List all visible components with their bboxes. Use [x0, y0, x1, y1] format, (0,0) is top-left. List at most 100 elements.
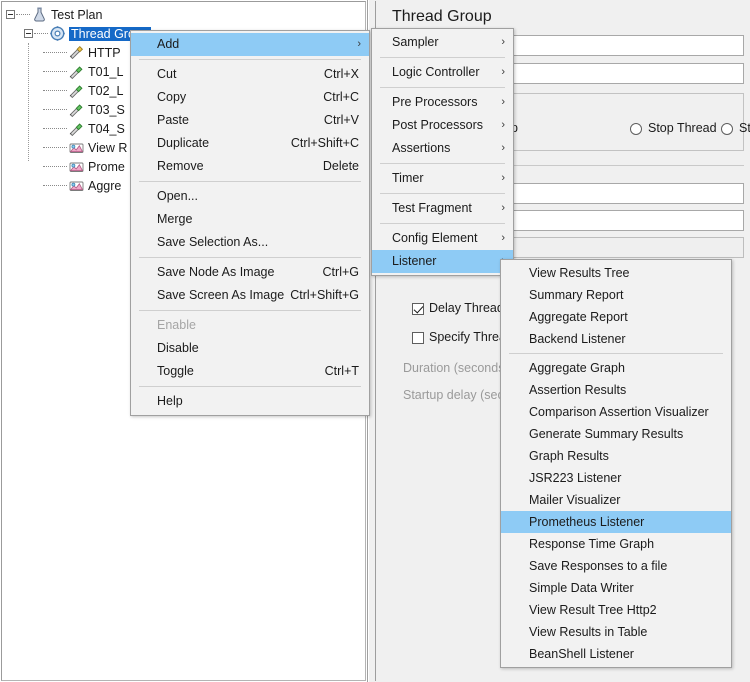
tree-connector [43, 185, 67, 187]
menu-item-assertions[interactable]: Assertions › [372, 137, 513, 160]
tree-expander-icon[interactable] [6, 10, 15, 19]
menu-item-backend-listener[interactable]: Backend Listener [501, 328, 731, 350]
menu-item-help[interactable]: Help [131, 390, 369, 413]
menu-item-label: Save Node As Image [157, 261, 274, 284]
menu-item-label: Copy [157, 86, 186, 109]
listener-submenu[interactable]: View Results TreeSummary ReportAggregate… [500, 259, 732, 668]
menu-item-label: Assertions [392, 137, 450, 160]
menu-item-label: Generate Summary Results [529, 423, 683, 445]
menu-item-generate-summary-results[interactable]: Generate Summary Results [501, 423, 731, 445]
menu-item-save-responses-to-a-file[interactable]: Save Responses to a file [501, 555, 731, 577]
tree-node-t02-l[interactable]: T02_L [42, 81, 123, 100]
menu-item-view-results-tree[interactable]: View Results Tree [501, 262, 731, 284]
menu-item-post-processors[interactable]: Post Processors› [372, 114, 513, 137]
menu-item-copy[interactable]: CopyCtrl+C [131, 86, 369, 109]
menu-item-add[interactable]: Add› [131, 33, 369, 56]
menu-item-pre-processors[interactable]: Pre Processors› [372, 91, 513, 114]
menu-separator [380, 193, 505, 194]
menu-item-label: Open... [157, 185, 198, 208]
menu-item-timer[interactable]: Timer› [372, 167, 513, 190]
specify-lifetime-checkbox[interactable] [412, 332, 424, 344]
menu-item-summary-report[interactable]: Summary Report [501, 284, 731, 306]
submenu-arrow-icon: › [501, 137, 505, 160]
tree-connector [43, 166, 67, 168]
add-submenu[interactable]: Sampler› Logic Controller› Pre Processors›… [371, 28, 514, 276]
tree-expander-icon[interactable] [24, 29, 33, 38]
menu-item-save-screen-as-image[interactable]: Save Screen As ImageCtrl+Shift+G [131, 284, 369, 307]
tree-node-aggre[interactable]: Aggre [42, 176, 121, 195]
sampler-icon [68, 120, 85, 137]
menu-item-aggregate-graph[interactable]: Aggregate Graph [501, 357, 731, 379]
radio-stop-test[interactable] [721, 123, 733, 135]
delay-thread-creation-checkbox[interactable] [412, 303, 424, 315]
menu-item-simple-data-writer[interactable]: Simple Data Writer [501, 577, 731, 599]
menu-item-enable: Enable [131, 314, 369, 337]
menu-item-duplicate[interactable]: DuplicateCtrl+Shift+C [131, 132, 369, 155]
menu-separator [139, 257, 361, 258]
tree-node-context-menu[interactable]: Add› CutCtrl+XCopyCtrl+CPasteCtrl+VDuplic… [130, 30, 370, 416]
menu-item-label: Duplicate [157, 132, 209, 155]
tree-node-t01-l[interactable]: T01_L [42, 62, 123, 81]
menu-item-open[interactable]: Open... [131, 185, 369, 208]
menu-separator [139, 59, 361, 60]
menu-item-label: Aggregate Graph [529, 357, 625, 379]
menu-item-merge[interactable]: Merge [131, 208, 369, 231]
tree-connector [43, 52, 67, 54]
menu-item-config-element[interactable]: Config Element› [372, 227, 513, 250]
menu-item-label: Test Fragment [392, 197, 472, 220]
menu-item-test-fragment[interactable]: Test Fragment› [372, 197, 513, 220]
tree-node-prome[interactable]: Prome [42, 157, 125, 176]
tree-connector [43, 109, 67, 111]
tree-node-t04-s[interactable]: T04_S [42, 119, 125, 138]
menu-item-label: Summary Report [529, 284, 623, 306]
test-plan-icon [31, 6, 48, 23]
menu-item-view-result-tree-http2[interactable]: View Result Tree Http2 [501, 599, 731, 621]
radio-stop-thread-label: Stop Thread [648, 121, 717, 135]
submenu-arrow-icon: › [501, 61, 505, 84]
menu-item-comparison-assertion-visualizer[interactable]: Comparison Assertion Visualizer [501, 401, 731, 423]
menu-item-assertion-results[interactable]: Assertion Results [501, 379, 731, 401]
menu-item-label: View Results in Table [529, 621, 647, 643]
menu-item-listener[interactable]: Listener› [372, 250, 513, 273]
menu-item-shortcut: Delete [323, 155, 359, 178]
submenu-arrow-icon: › [501, 167, 505, 190]
menu-item-label: Prometheus Listener [529, 511, 644, 533]
tree-node-label: Prome [88, 160, 125, 174]
tree-node-label: T03_S [88, 103, 125, 117]
menu-item-prometheus-listener[interactable]: Prometheus Listener [501, 511, 731, 533]
radio-stop-thread[interactable] [630, 123, 642, 135]
tree-node-label: T02_L [88, 84, 123, 98]
menu-item-label: Disable [157, 337, 199, 360]
tree-node-label: T01_L [88, 65, 123, 79]
menu-item-logic-controller[interactable]: Logic Controller› [372, 61, 513, 84]
menu-item-cut[interactable]: CutCtrl+X [131, 63, 369, 86]
radio-stop-test-label: Sto [739, 121, 750, 135]
menu-item-shortcut: Ctrl+Shift+G [290, 284, 359, 307]
menu-item-disable[interactable]: Disable [131, 337, 369, 360]
menu-item-sampler[interactable]: Sampler› [372, 31, 513, 54]
tree-node-http[interactable]: HTTP [42, 43, 121, 62]
tree-node-test-plan[interactable]: Test Plan [6, 5, 102, 24]
tree-node-t03-s[interactable]: T03_S [42, 100, 125, 119]
menu-item-label: View Results Tree [529, 262, 630, 284]
menu-item-view-results-in-table[interactable]: View Results in Table [501, 621, 731, 643]
menu-item-label: Paste [157, 109, 189, 132]
tree-connector [43, 71, 67, 73]
menu-item-aggregate-report[interactable]: Aggregate Report [501, 306, 731, 328]
menu-item-save-selection-as[interactable]: Save Selection As... [131, 231, 369, 254]
menu-item-jsr223-listener[interactable]: JSR223 Listener [501, 467, 731, 489]
menu-item-label: Remove [157, 155, 204, 178]
menu-item-label: Comparison Assertion Visualizer [529, 401, 709, 423]
menu-item-paste[interactable]: PasteCtrl+V [131, 109, 369, 132]
tree-node-view-r[interactable]: View R [42, 138, 127, 157]
menu-item-save-node-as-image[interactable]: Save Node As ImageCtrl+G [131, 261, 369, 284]
menu-item-graph-results[interactable]: Graph Results [501, 445, 731, 467]
http-defaults-icon [68, 44, 85, 61]
menu-item-toggle[interactable]: ToggleCtrl+T [131, 360, 369, 383]
menu-item-response-time-graph[interactable]: Response Time Graph [501, 533, 731, 555]
menu-separator [139, 386, 361, 387]
menu-item-remove[interactable]: Remove Delete [131, 155, 369, 178]
menu-item-label: Cut [157, 63, 176, 86]
menu-item-mailer-visualizer[interactable]: Mailer Visualizer [501, 489, 731, 511]
menu-item-beanshell-listener[interactable]: BeanShell Listener [501, 643, 731, 665]
